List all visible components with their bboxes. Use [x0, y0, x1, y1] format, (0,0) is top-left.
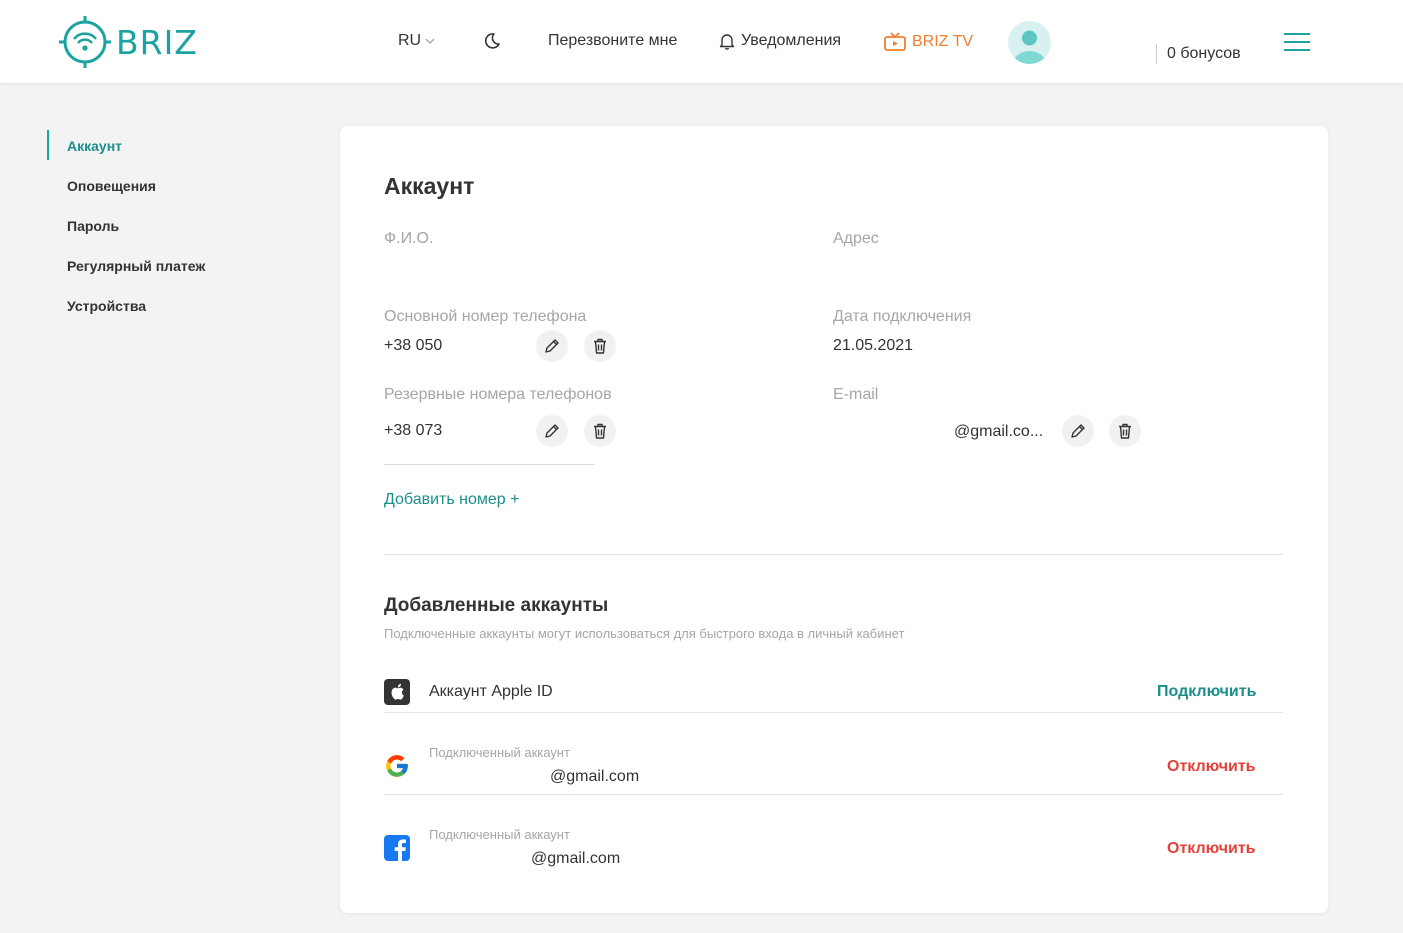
briz-tv-link[interactable]: BRIZ TV: [883, 32, 973, 52]
delete-email-button[interactable]: [1109, 415, 1141, 447]
sidebar-item-devices[interactable]: Устройства: [47, 288, 287, 328]
page-title: Аккаунт: [384, 173, 475, 199]
notifications-label: Уведомления: [741, 32, 842, 49]
facebook-account-caption: Подключенный аккаунт: [429, 827, 570, 842]
tv-icon: [884, 32, 906, 51]
add-number-link[interactable]: Добавить номер +: [384, 491, 519, 509]
reserve-phones-label: Резервные номера телефонов: [384, 386, 612, 403]
facebook-icon: [384, 835, 410, 861]
sidebar-item-password[interactable]: Пароль: [47, 208, 287, 248]
trash-icon: [594, 338, 606, 354]
delete-main-phone-button[interactable]: [584, 330, 616, 362]
row-divider: [384, 794, 1283, 795]
burger-line: [1284, 41, 1310, 43]
google-disconnect-button[interactable]: Отключить: [1167, 758, 1256, 776]
settings-sidebar: Аккаунт Оповещения Пароль Регулярный пла…: [47, 128, 287, 328]
linked-accounts-description: Подключенные аккаунты могут использовать…: [384, 626, 905, 641]
email-value: @gmail.co...: [954, 423, 1044, 440]
bonus-counter[interactable]: 0 бонусов: [1156, 44, 1241, 64]
section-divider: [384, 554, 1283, 555]
user-icon: [1008, 21, 1051, 64]
language-select[interactable]: RU: [398, 32, 436, 50]
apple-connect-button[interactable]: Подключить: [1157, 683, 1256, 701]
reserve-phone-value: +38 073: [384, 422, 443, 439]
logo-wifi-icon: [59, 16, 111, 68]
apple-icon: [384, 679, 410, 705]
sidebar-item-notifications[interactable]: Оповещения: [47, 168, 287, 208]
pencil-icon: [545, 339, 559, 353]
callback-link[interactable]: Перезвоните мне: [548, 32, 677, 50]
facebook-disconnect-button[interactable]: Отключить: [1167, 840, 1256, 858]
notifications-link[interactable]: Уведомления: [718, 32, 841, 50]
briz-tv-label: BRIZ TV: [912, 33, 974, 50]
moon-icon: [484, 33, 500, 49]
pencil-icon: [545, 424, 559, 438]
facebook-account-email: @gmail.com: [531, 850, 621, 867]
address-label: Адрес: [833, 230, 879, 247]
theme-toggle[interactable]: [482, 31, 502, 51]
logo-text: BRIZ: [116, 22, 198, 62]
menu-burger-icon[interactable]: [1284, 33, 1310, 51]
email-label: E-mail: [833, 386, 879, 403]
main-phone-value: +38 050: [384, 337, 443, 354]
account-card: Аккаунт Ф.И.О. Адрес Основной номер теле…: [340, 126, 1328, 913]
bell-icon: [719, 34, 735, 50]
fio-label: Ф.И.О.: [384, 230, 434, 247]
linked-accounts-title: Добавленные аккаунты: [384, 595, 609, 616]
trash-icon: [594, 423, 606, 439]
google-icon: [384, 753, 410, 779]
sidebar-item-account[interactable]: Аккаунт: [47, 128, 287, 168]
edit-main-phone-button[interactable]: [536, 330, 568, 362]
row-divider: [384, 712, 1283, 713]
delete-reserve-phone-button[interactable]: [584, 415, 616, 447]
edit-email-button[interactable]: [1062, 415, 1094, 447]
trash-icon: [1119, 423, 1131, 439]
connect-date-value: 21.05.2021: [833, 337, 914, 354]
google-account-caption: Подключенный аккаунт: [429, 745, 570, 760]
main-phone-label: Основной номер телефона: [384, 308, 587, 325]
pencil-icon: [1071, 424, 1085, 438]
burger-line: [1284, 33, 1310, 35]
apple-account-label: Аккаунт Apple ID: [429, 683, 553, 700]
reserve-phone-underline: [384, 464, 595, 465]
language-value: RU: [398, 32, 422, 49]
briz-logo[interactable]: BRIZ: [58, 15, 198, 69]
connect-date-label: Дата подключения: [833, 308, 972, 325]
edit-reserve-phone-button[interactable]: [536, 415, 568, 447]
top-header: BRIZ RU Перезвоните мне Уведомления BRIZ…: [0, 0, 1403, 83]
user-avatar[interactable]: [1008, 21, 1051, 64]
google-account-email: @gmail.com: [550, 768, 640, 785]
chevron-down-icon: [425, 38, 435, 44]
burger-line: [1284, 49, 1310, 51]
sidebar-item-regular-payment[interactable]: Регулярный платеж: [47, 248, 287, 288]
